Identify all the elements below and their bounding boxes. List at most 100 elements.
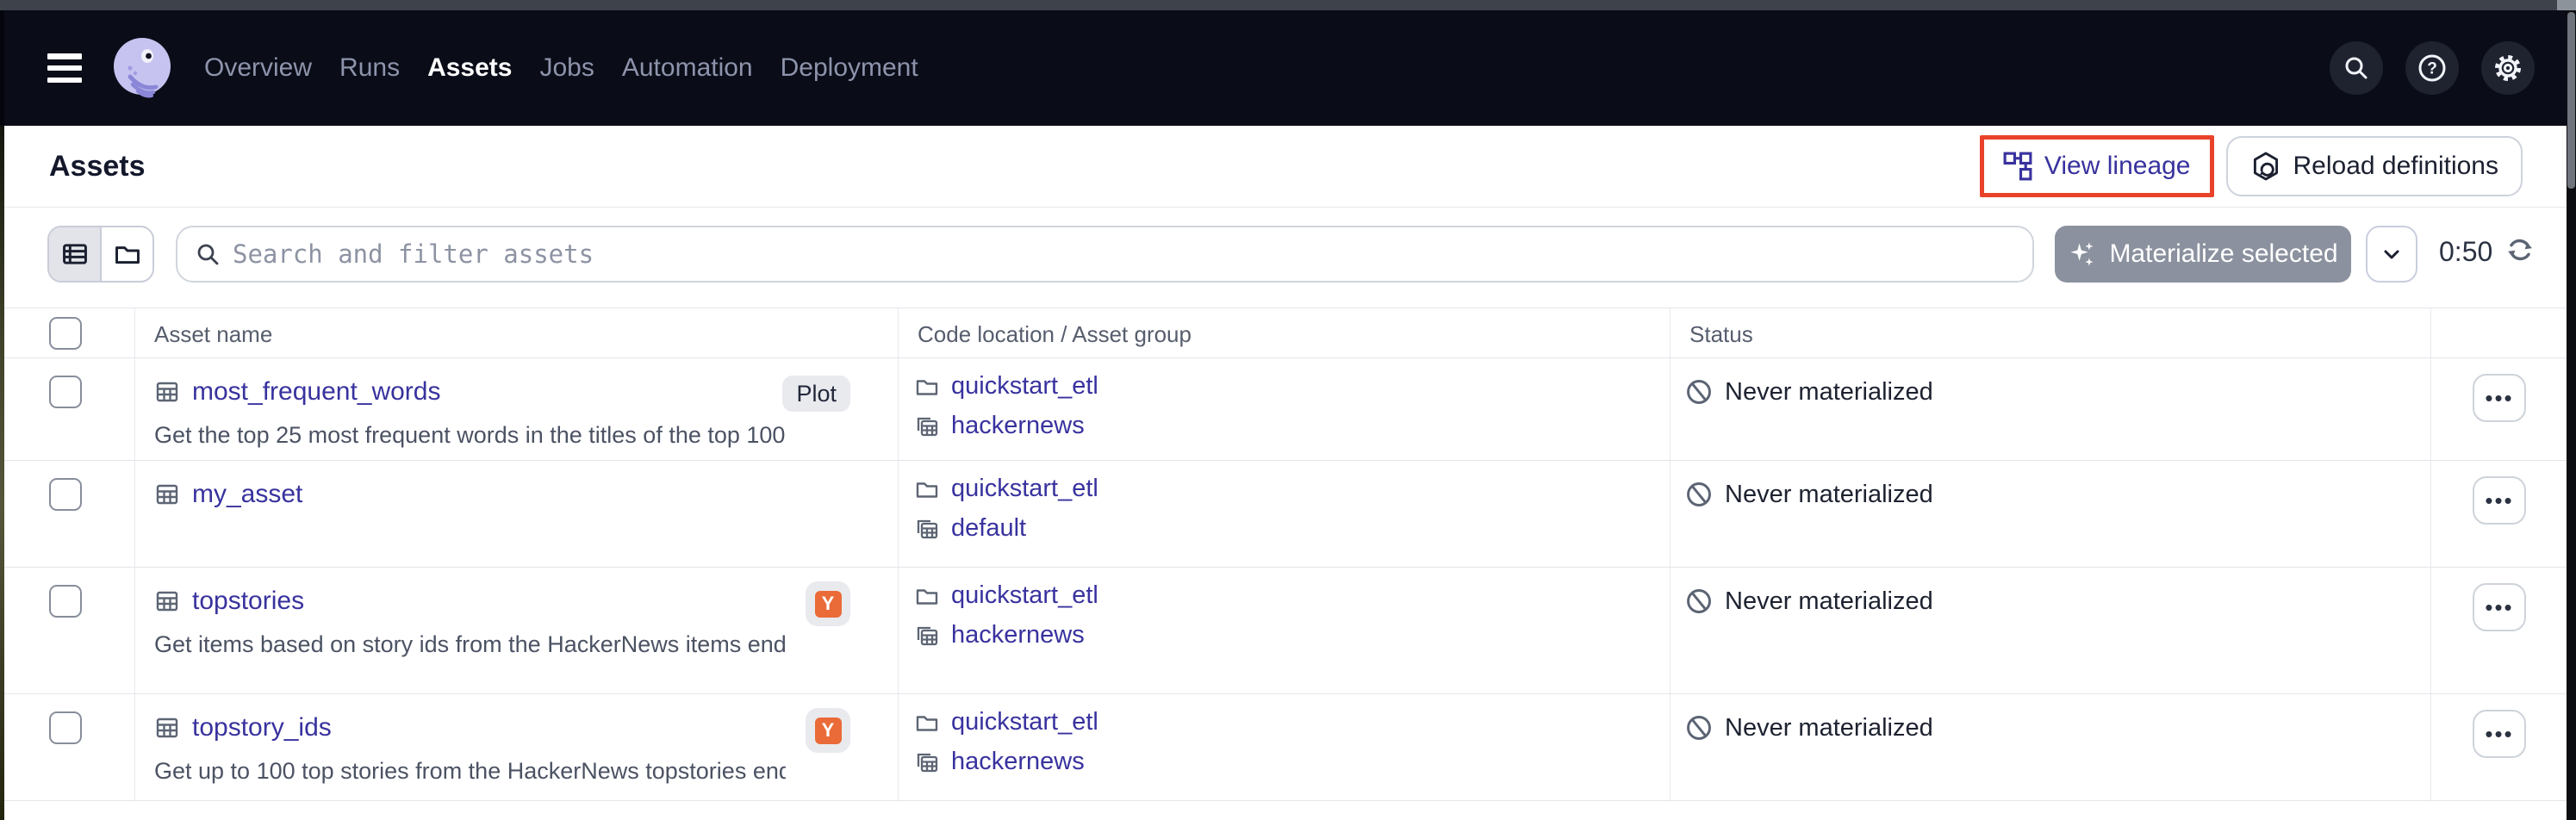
code-location-link[interactable]: quickstart_etl: [951, 581, 1098, 610]
status-text: Never materialized: [1725, 378, 1933, 407]
status-text: Never materialized: [1725, 714, 1933, 742]
row-actions-button[interactable]: •••: [2473, 583, 2526, 631]
status-text: Never materialized: [1725, 481, 1933, 509]
asset-table-icon: [154, 379, 180, 405]
view-lineage-label: View lineage: [2044, 152, 2191, 181]
help-icon[interactable]: ?: [2405, 41, 2459, 95]
folder-icon: [914, 583, 940, 609]
view-lineage-button[interactable]: View lineage: [1984, 140, 2210, 193]
refresh-countdown: 0:50: [2439, 236, 2492, 268]
row-checkbox[interactable]: [49, 585, 82, 618]
asset-group-link[interactable]: hackernews: [951, 621, 1085, 649]
asset-table-icon: [154, 481, 180, 507]
page-header: Assets View lineage: [4, 126, 2567, 208]
asset-group-icon: [914, 413, 940, 439]
hamburger-menu-icon[interactable]: [47, 53, 82, 83]
dagster-assets-page: Overview Runs Assets Jobs Automation Dep…: [0, 0, 2576, 820]
header-actions: [2431, 308, 2567, 357]
refresh-icon[interactable]: [2501, 232, 2539, 270]
code-location-link[interactable]: quickstart_etl: [951, 475, 1098, 503]
header-status: Status: [1671, 308, 2431, 357]
column-label-asset-name: Asset name: [135, 308, 898, 348]
code-location-link[interactable]: quickstart_etl: [951, 708, 1098, 736]
table-row: topstory_ids Y Get up to 100 top stories…: [4, 694, 2567, 801]
reload-cube-icon: [2250, 151, 2281, 182]
scrollbar-track[interactable]: [2567, 10, 2576, 820]
reload-definitions-label: Reload definitions: [2293, 152, 2499, 181]
scrollbar-thumb[interactable]: [2567, 12, 2575, 189]
materialize-selected-button[interactable]: Materialize selected: [2055, 226, 2351, 283]
dagster-logo-icon[interactable]: [109, 35, 175, 101]
asset-group-link[interactable]: default: [951, 514, 1026, 543]
nav-item-automation[interactable]: Automation: [622, 53, 753, 83]
nav-item-assets[interactable]: Assets: [427, 53, 512, 83]
never-materialized-icon: [1684, 377, 1714, 407]
view-lineage-annotation-box: View lineage: [1980, 135, 2214, 197]
reload-definitions-button[interactable]: Reload definitions: [2226, 136, 2523, 196]
assets-table: Asset name Code location / Asset group S…: [4, 308, 2567, 801]
settings-gear-icon[interactable]: [2481, 41, 2535, 95]
asset-description: Get items based on story ids from the Ha…: [154, 631, 786, 658]
nav-item-runs[interactable]: Runs: [339, 53, 400, 83]
never-materialized-icon: [1684, 587, 1714, 616]
asset-link[interactable]: most_frequent_words: [192, 377, 441, 407]
hackernews-kind-tag[interactable]: Y: [806, 581, 850, 626]
asset-table-icon: [154, 715, 180, 741]
nav-item-jobs[interactable]: Jobs: [539, 53, 594, 83]
folder-view-icon: [113, 239, 142, 269]
folder-view-toggle[interactable]: [100, 227, 152, 281]
compute-kind-tag[interactable]: Plot: [782, 376, 850, 412]
asset-link[interactable]: topstory_ids: [192, 713, 332, 742]
svg-text:?: ?: [2427, 60, 2437, 78]
header-code-location: Code location / Asset group: [899, 308, 1671, 357]
table-view-icon: [60, 239, 90, 269]
table-header-row: Asset name Code location / Asset group S…: [4, 308, 2567, 358]
row-actions-button[interactable]: •••: [2473, 476, 2526, 525]
assets-toolbar: Materialize selected 0:50: [4, 208, 2567, 308]
nav-icon-buttons: ?: [2330, 41, 2535, 95]
list-view-toggle[interactable]: [49, 227, 100, 281]
nav-item-deployment[interactable]: Deployment: [781, 53, 918, 83]
lineage-graph-icon: [2003, 152, 2032, 181]
asset-group-link[interactable]: hackernews: [951, 412, 1085, 440]
row-checkbox[interactable]: [49, 478, 82, 511]
asset-description: Get the top 25 most frequent words in th…: [154, 422, 786, 449]
materialize-options-button[interactable]: [2366, 226, 2417, 283]
asset-description: Get up to 100 top stories from the Hacke…: [154, 758, 786, 785]
table-row: topstories Y Get items based on story id…: [4, 568, 2567, 694]
hackernews-kind-tag[interactable]: Y: [806, 708, 850, 753]
y-combinator-icon: Y: [815, 718, 842, 744]
row-actions-button[interactable]: •••: [2473, 374, 2526, 422]
search-input[interactable]: [233, 239, 2015, 269]
chevron-down-icon: [2380, 242, 2404, 266]
top-nav: Overview Runs Assets Jobs Automation Dep…: [0, 10, 2576, 126]
header-checkbox-cell: [4, 308, 135, 357]
header-asset-name: Asset name: [135, 308, 899, 357]
asset-group-icon: [914, 623, 940, 649]
folder-icon: [914, 710, 940, 736]
nav-item-overview[interactable]: Overview: [204, 53, 312, 83]
asset-link[interactable]: my_asset: [192, 480, 302, 509]
row-checkbox[interactable]: [49, 711, 82, 744]
asset-group-icon: [914, 516, 940, 542]
row-checkbox[interactable]: [49, 376, 82, 408]
desktop-left-edge: [0, 126, 4, 820]
window-left-edge: [0, 10, 4, 126]
scrollbar-top-corner: [2557, 0, 2576, 10]
select-all-checkbox[interactable]: [49, 317, 82, 350]
asset-group-link[interactable]: hackernews: [951, 748, 1085, 776]
code-location-link[interactable]: quickstart_etl: [951, 372, 1098, 401]
folder-icon: [914, 374, 940, 400]
y-combinator-icon: Y: [815, 591, 842, 618]
sparkle-icon: [2068, 239, 2097, 269]
asset-link[interactable]: topstories: [192, 587, 304, 616]
never-materialized-icon: [1684, 480, 1714, 509]
status-text: Never materialized: [1725, 587, 1933, 616]
search-input-icon: [195, 241, 221, 267]
header-actions: View lineage Reload definitions: [1980, 135, 2523, 197]
window-top-strip: [0, 0, 2576, 10]
asset-group-icon: [914, 749, 940, 775]
nav-links: Overview Runs Assets Jobs Automation Dep…: [204, 53, 918, 83]
row-actions-button[interactable]: •••: [2473, 710, 2526, 758]
search-icon[interactable]: [2330, 41, 2383, 95]
